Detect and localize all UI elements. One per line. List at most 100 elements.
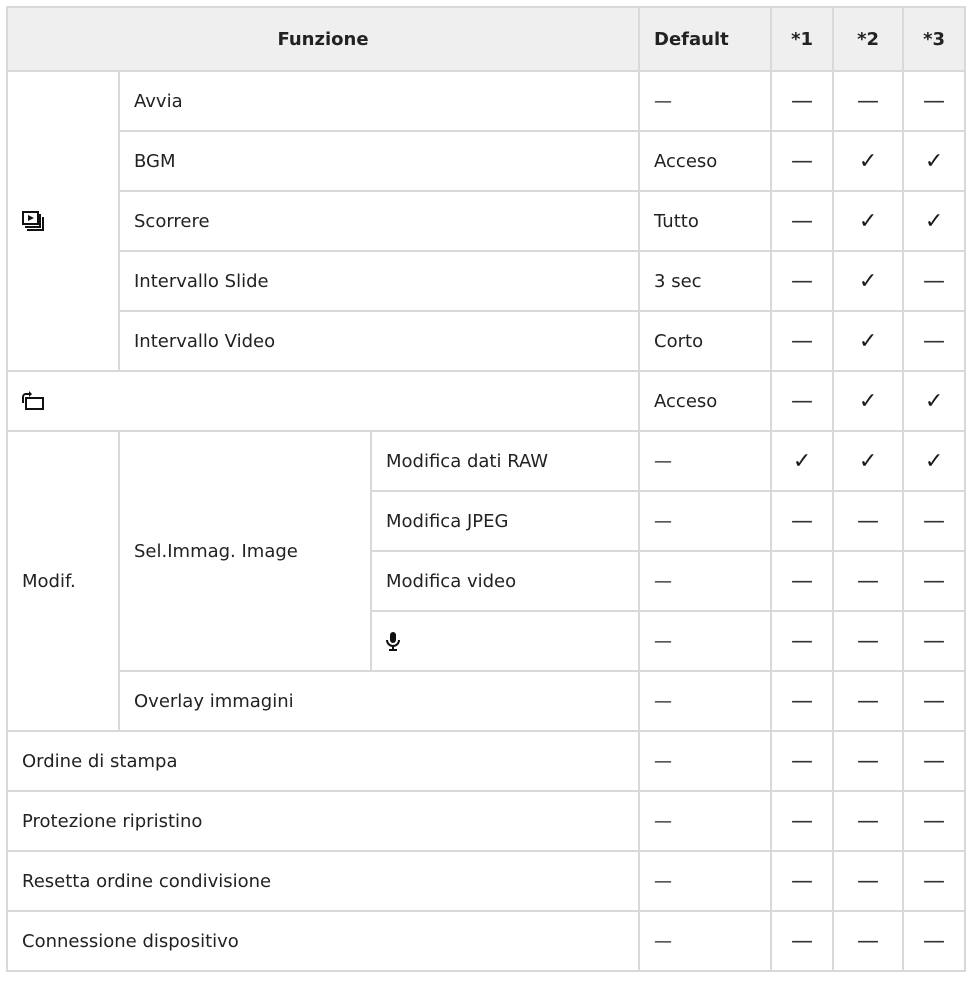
col1-mark: — xyxy=(770,730,835,792)
default-value: — xyxy=(638,490,773,552)
table-row: Scorrere Tutto — ✓ ✓ xyxy=(7,190,967,252)
table-row: Intervallo Video Corto — ✓ — xyxy=(7,310,967,372)
row-label: Modifica JPEG xyxy=(369,490,641,552)
col1-mark: — xyxy=(770,370,835,432)
col3-mark: ✓ xyxy=(902,370,967,432)
table-row: Modif. Sel.Immag. Image Modifica dati RA… xyxy=(6,430,967,732)
col3-mark: — xyxy=(902,490,967,552)
col3-mark: — xyxy=(902,730,967,792)
default-value: — xyxy=(638,790,773,852)
sel-immag-cell: Sel.Immag. Image xyxy=(118,430,372,672)
table-row: Acceso — ✓ ✓ xyxy=(5,370,967,432)
default-value: 3 sec xyxy=(638,250,773,312)
row-label: Resetta ordine condivisione xyxy=(5,850,641,912)
col1-mark: — xyxy=(770,130,835,192)
table-header-row: Funzione Default *1 *2 *3 xyxy=(5,6,967,72)
header-function: Funzione xyxy=(5,6,641,72)
row-label: Intervallo Slide xyxy=(117,250,641,312)
col3-mark: — xyxy=(902,670,967,732)
col2-mark: ✓ xyxy=(832,130,905,192)
col2-mark: — xyxy=(832,70,905,132)
col2-mark: — xyxy=(832,910,905,972)
col2-mark: — xyxy=(832,490,905,552)
table-row: Overlay immagini — — — — xyxy=(7,670,967,732)
col3-mark: ✓ xyxy=(902,430,967,492)
default-value: Tutto xyxy=(638,190,773,252)
row-label: Scorrere xyxy=(117,190,641,252)
col2-mark: — xyxy=(832,550,905,612)
col3-mark: ✓ xyxy=(902,190,967,252)
col1-mark: — xyxy=(770,850,835,912)
col1-mark: — xyxy=(770,550,835,612)
row-label: Avvia xyxy=(117,70,641,132)
table-row: Intervallo Slide 3 sec — ✓ — xyxy=(7,250,967,312)
col2-mark: — xyxy=(832,670,905,732)
row-label: Ordine di stampa xyxy=(5,730,641,792)
table-row: Connessione dispositivo — — — — xyxy=(5,910,967,972)
header-default: Default xyxy=(638,6,773,72)
col2-mark: — xyxy=(832,790,905,852)
col2-mark: ✓ xyxy=(832,430,905,492)
col1-mark: — xyxy=(770,70,835,132)
default-value: Acceso xyxy=(638,130,773,192)
table-row: Avvia — — — — xyxy=(6,70,967,372)
default-value: — xyxy=(638,430,773,492)
col3-mark: — xyxy=(902,250,967,312)
header-col1: *1 xyxy=(770,6,835,72)
col2-mark: — xyxy=(832,730,905,792)
slideshow-icon xyxy=(22,211,118,231)
header-col2: *2 xyxy=(832,6,905,72)
default-value: — xyxy=(638,70,773,132)
col1-mark: — xyxy=(770,790,835,852)
row-label: Intervallo Video xyxy=(117,310,641,372)
col1-mark: — xyxy=(770,610,835,672)
table-row: BGM Acceso — ✓ ✓ xyxy=(7,130,967,192)
col3-mark: — xyxy=(902,790,967,852)
settings-table: Funzione Default *1 *2 *3 Avvia — — — — … xyxy=(5,6,967,972)
row-label: Overlay immagini xyxy=(117,670,641,732)
col3-mark: — xyxy=(902,850,967,912)
row-label: Connessione dispositivo xyxy=(5,910,641,972)
default-value: Acceso xyxy=(638,370,773,432)
col3-mark: — xyxy=(902,910,967,972)
default-value: — xyxy=(638,730,773,792)
default-value: — xyxy=(638,670,773,732)
table-row: Ordine di stampa — — — — xyxy=(5,730,967,792)
row-label: BGM xyxy=(117,130,641,192)
col2-mark: ✓ xyxy=(832,310,905,372)
col1-mark: ✓ xyxy=(770,430,835,492)
row-label: Protezione ripristino xyxy=(5,790,641,852)
default-value: — xyxy=(638,910,773,972)
row-label: Modifica video xyxy=(369,550,641,612)
col1-mark: — xyxy=(770,910,835,972)
microphone-icon xyxy=(386,631,638,651)
modif-group-cell: Modif. xyxy=(6,430,120,732)
row-label: Modifica dati RAW xyxy=(369,430,641,492)
header-col3: *3 xyxy=(902,6,967,72)
col3-mark: — xyxy=(902,610,967,672)
col1-mark: — xyxy=(770,250,835,312)
table-row: Protezione ripristino — — — — xyxy=(5,790,967,852)
col2-mark: ✓ xyxy=(832,190,905,252)
col1-mark: — xyxy=(770,310,835,372)
default-value: — xyxy=(638,850,773,912)
col2-mark: ✓ xyxy=(832,370,905,432)
col2-mark: — xyxy=(832,610,905,672)
col1-mark: — xyxy=(770,190,835,252)
slideshow-group-cell xyxy=(6,70,120,372)
col3-mark: ✓ xyxy=(902,130,967,192)
table-row: Resetta ordine condivisione — — — — xyxy=(5,850,967,912)
col3-mark: — xyxy=(902,70,967,132)
col3-mark: — xyxy=(902,550,967,612)
col2-mark: — xyxy=(832,850,905,912)
rotate-icon xyxy=(22,391,638,411)
default-value: Corto xyxy=(638,310,773,372)
col1-mark: — xyxy=(770,490,835,552)
mic-cell xyxy=(369,610,641,672)
col3-mark: — xyxy=(902,310,967,372)
col1-mark: — xyxy=(770,670,835,732)
rotate-cell xyxy=(5,370,641,432)
default-value: — xyxy=(638,610,773,672)
col2-mark: ✓ xyxy=(832,250,905,312)
default-value: — xyxy=(638,550,773,612)
